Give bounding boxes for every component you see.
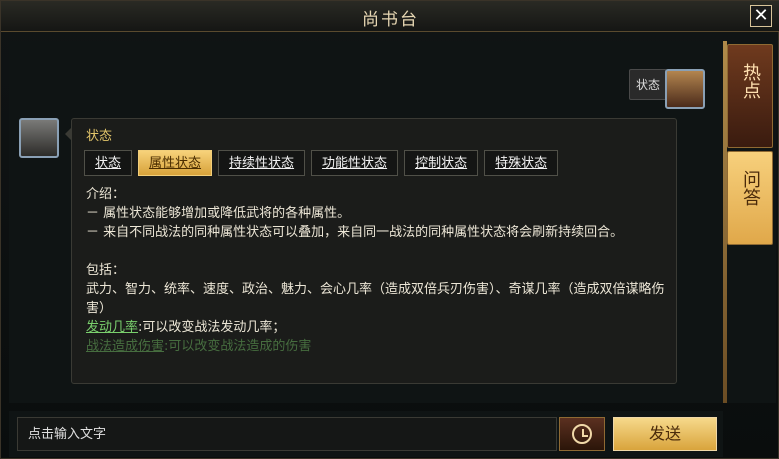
chat-area[interactable]: 状态 状态 状态 属性状态 持续性状态 功能性状态 控制状态 特殊状态 介绍： … [9, 41, 723, 403]
message-content[interactable]: 介绍： － 属性状态能够增加或降低武将的各种属性。 － 来自不同战法的同种属性状… [86, 185, 671, 377]
tab-control-status[interactable]: 控制状态 [404, 150, 479, 176]
sidebar-tab-qa[interactable]: 问答 [727, 151, 773, 245]
sidebar-tab-qa-label: 问答 [740, 170, 761, 206]
message-input[interactable] [18, 418, 556, 450]
spacer-line [86, 242, 671, 261]
message-title: 状态 [86, 129, 113, 144]
sidebar-tab-hot[interactable]: 热点 [727, 44, 773, 148]
intro-line-1: － 属性状态能够增加或降低武将的各种属性。 [86, 206, 351, 221]
tab-continuous-status[interactable]: 持续性状态 [218, 150, 306, 176]
intro-heading: 介绍： [86, 187, 126, 202]
status-tabs: 状态 属性状态 持续性状态 功能性状态 控制状态 特殊状态 [84, 150, 559, 176]
close-icon: ✕ [753, 5, 769, 26]
link-line-2: 战法造成伤害:可以改变战法造成的伤害 [86, 337, 671, 356]
link-line-1: 发动几率:可以改变战法发动几率； [86, 318, 671, 337]
input-bar: 发送 [9, 411, 723, 457]
history-button[interactable] [559, 417, 605, 451]
bubble-pointer [65, 127, 72, 141]
link-skill-damage-desc: :可以改变战法造成的伤害 [164, 339, 312, 354]
tab-attribute-status[interactable]: 属性状态 [138, 150, 213, 176]
message-input-box[interactable] [17, 417, 557, 451]
sidebar: 热点 问答 [723, 41, 776, 403]
include-heading: 包括： [86, 263, 126, 278]
clock-icon [572, 424, 592, 444]
title-bar: 尚书台 ✕ [1, 1, 779, 32]
tab-status[interactable]: 状态 [84, 150, 133, 176]
link-skill-damage[interactable]: 战法造成伤害 [86, 339, 164, 354]
tab-functional-status[interactable]: 功能性状态 [311, 150, 399, 176]
include-text: 武力、智力、统率、速度、政治、魅力、会心几率（造成双倍兵刃伤害）、奇谋几率（造成… [86, 282, 665, 316]
player-message-bubble: 状态 [628, 69, 667, 100]
npc-message-bubble: 状态 状态 属性状态 持续性状态 功能性状态 控制状态 特殊状态 介绍： － 属… [65, 118, 677, 384]
npc-avatar [19, 118, 59, 158]
sidebar-tab-hot-label: 热点 [740, 63, 761, 99]
dialog-window: 尚书台 ✕ 状态 状态 状态 属性状态 持续性状态 功能性状态 控制状态 特殊状… [0, 0, 779, 459]
send-button[interactable]: 发送 [613, 417, 717, 451]
close-button[interactable]: ✕ [750, 5, 772, 27]
intro-line-2: － 来自不同战法的同种属性状态可以叠加，来自同一战法的同种属性状态将会刷新持续回… [86, 225, 624, 240]
link-activation-rate[interactable]: 发动几率 [86, 320, 138, 335]
window-title: 尚书台 [362, 10, 419, 30]
player-avatar [665, 69, 705, 109]
tab-special-status[interactable]: 特殊状态 [484, 150, 559, 176]
link-activation-rate-desc: :可以改变战法发动几率； [138, 320, 286, 335]
